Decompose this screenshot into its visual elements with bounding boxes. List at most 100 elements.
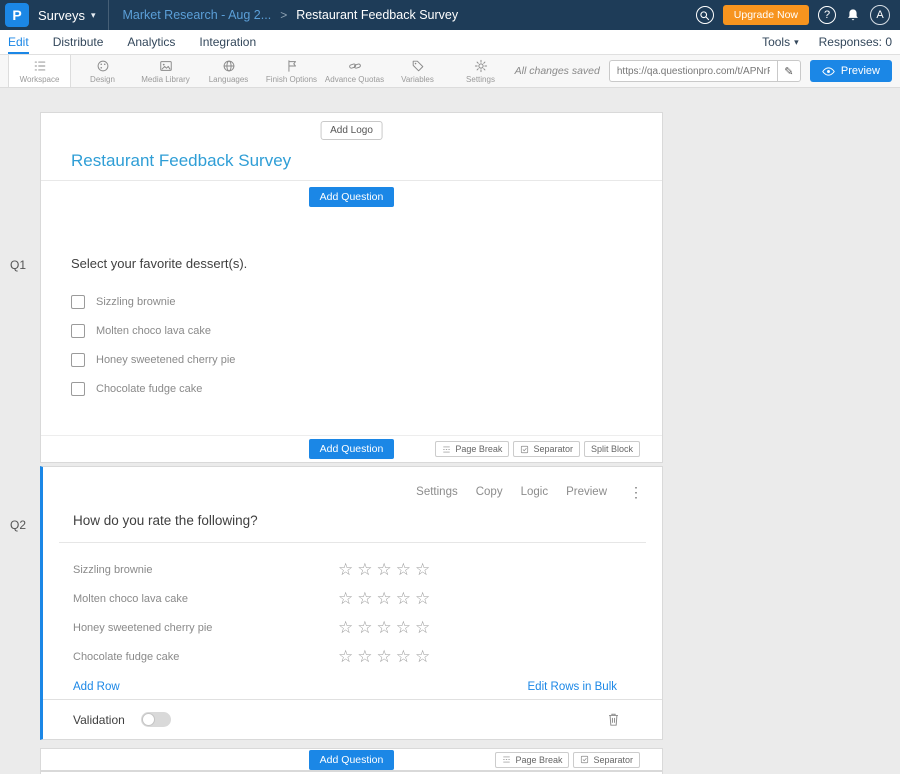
rating-rows: Sizzling brownie ☆☆☆☆☆ Molten choco lava… bbox=[43, 543, 662, 671]
survey-url-input[interactable] bbox=[609, 60, 777, 82]
q1-label: Q1 bbox=[10, 258, 26, 272]
validation-row: Validation bbox=[43, 699, 662, 739]
save-status: All changes saved bbox=[515, 65, 600, 77]
option-label[interactable]: Sizzling brownie bbox=[96, 296, 175, 308]
breadcrumb-folder[interactable]: Market Research - Aug 2... bbox=[123, 8, 272, 22]
toolbar-item-label: Settings bbox=[466, 75, 495, 84]
separator-label: Separator bbox=[533, 444, 573, 454]
option-label[interactable]: Molten choco lava cake bbox=[96, 325, 211, 337]
option-checkbox[interactable] bbox=[71, 353, 85, 367]
option-row: Chocolate fudge cake bbox=[71, 382, 632, 396]
page-break-icon bbox=[442, 445, 451, 454]
settings-icon bbox=[474, 59, 488, 73]
q1-question-block: Select your favorite dessert(s). Sizzlin… bbox=[41, 212, 662, 435]
page-break-button[interactable]: Page Break bbox=[435, 441, 509, 457]
block-footer-actions: Page Break Separator bbox=[495, 752, 640, 768]
toolbar-item-label: Languages bbox=[209, 75, 249, 84]
option-checkbox[interactable] bbox=[71, 382, 85, 396]
caret-down-icon: ▾ bbox=[794, 37, 799, 48]
option-row: Molten choco lava cake bbox=[71, 324, 632, 338]
tab-distribute[interactable]: Distribute bbox=[53, 30, 104, 54]
upgrade-button[interactable]: Upgrade Now bbox=[723, 5, 809, 25]
toolbar-item-advance-quotas[interactable]: Advance Quotas bbox=[323, 55, 386, 87]
help-icon[interactable]: ? bbox=[818, 6, 836, 24]
toolbar-item-variables[interactable]: Variables bbox=[386, 55, 449, 87]
surveys-menu[interactable]: Surveys ▾ bbox=[34, 0, 108, 30]
separator-button[interactable]: Separator bbox=[573, 752, 640, 768]
separator-icon bbox=[580, 755, 589, 764]
rating-row-label[interactable]: Honey sweetened cherry pie bbox=[73, 622, 338, 634]
tab-analytics[interactable]: Analytics bbox=[127, 30, 175, 54]
rating-stars: ☆☆☆☆☆ bbox=[338, 619, 434, 636]
q2-row-actions: Add Row Edit Rows in Bulk bbox=[43, 671, 662, 699]
edit-rows-bulk-link[interactable]: Edit Rows in Bulk bbox=[528, 681, 617, 693]
option-checkbox[interactable] bbox=[71, 324, 85, 338]
search-icon[interactable] bbox=[696, 6, 714, 24]
rating-stars: ☆☆☆☆☆ bbox=[338, 590, 434, 607]
preview-button[interactable]: Preview bbox=[810, 60, 892, 82]
split-block-button[interactable]: Split Block bbox=[584, 441, 640, 457]
toolbar-item-label: Design bbox=[90, 75, 115, 84]
finish-options-icon bbox=[285, 59, 299, 73]
add-logo-button[interactable]: Add Logo bbox=[320, 121, 383, 140]
rating-row-label[interactable]: Molten choco lava cake bbox=[73, 593, 338, 605]
page-break-button[interactable]: Page Break bbox=[495, 752, 569, 768]
nav-right-group: Tools ▾ Responses: 0 bbox=[762, 30, 892, 54]
rating-row: Honey sweetened cherry pie ☆☆☆☆☆ bbox=[59, 613, 646, 642]
preview-button-label: Preview bbox=[841, 65, 880, 77]
pencil-icon: ✎ bbox=[784, 66, 793, 78]
add-row-link[interactable]: Add Row bbox=[73, 681, 120, 693]
languages-icon bbox=[222, 59, 236, 73]
q2-action-settings[interactable]: Settings bbox=[416, 486, 458, 498]
q2-question-card: Settings Copy Logic Preview ⋮ How do you… bbox=[40, 466, 663, 740]
responses-count[interactable]: Responses: 0 bbox=[819, 35, 892, 49]
validation-toggle[interactable] bbox=[141, 712, 171, 727]
bell-icon[interactable] bbox=[845, 7, 861, 23]
toolbar-item-settings[interactable]: Settings bbox=[449, 55, 512, 87]
tools-menu[interactable]: Tools ▾ bbox=[762, 35, 799, 49]
toolbar-item-label: Advance Quotas bbox=[325, 75, 384, 84]
toolbar-item-media-library[interactable]: Media Library bbox=[134, 55, 197, 87]
rating-row-label[interactable]: Sizzling brownie bbox=[73, 564, 338, 576]
survey-title[interactable]: Restaurant Feedback Survey bbox=[71, 151, 291, 171]
tab-integration[interactable]: Integration bbox=[199, 30, 256, 54]
separator-button[interactable]: Separator bbox=[513, 441, 580, 457]
toolbar-item-design[interactable]: Design bbox=[71, 55, 134, 87]
rating-row: Molten choco lava cake ☆☆☆☆☆ bbox=[59, 584, 646, 613]
toolbar-item-finish-options[interactable]: Finish Options bbox=[260, 55, 323, 87]
q1-question-text[interactable]: Select your favorite dessert(s). bbox=[71, 256, 632, 271]
avatar[interactable]: A bbox=[870, 5, 890, 25]
add-question-strip: Add Question bbox=[41, 181, 662, 212]
add-question-button[interactable]: Add Question bbox=[309, 187, 395, 207]
edit-url-button[interactable]: ✎ bbox=[777, 60, 801, 82]
block-footer-actions: Page Break Separator Split Block bbox=[435, 441, 640, 457]
add-question-button[interactable]: Add Question bbox=[309, 439, 395, 459]
toolbar-item-label: Finish Options bbox=[266, 75, 317, 84]
validation-label: Validation bbox=[73, 713, 125, 727]
rating-row-label[interactable]: Chocolate fudge cake bbox=[73, 651, 338, 663]
breadcrumb-survey-name: Restaurant Feedback Survey bbox=[296, 8, 458, 22]
option-label[interactable]: Honey sweetened cherry pie bbox=[96, 354, 235, 366]
topbar-right-group: Upgrade Now ? A bbox=[696, 5, 900, 25]
variables-icon bbox=[411, 59, 425, 73]
option-checkbox[interactable] bbox=[71, 295, 85, 309]
toolbar-item-languages[interactable]: Languages bbox=[197, 55, 260, 87]
page-break-label: Page Break bbox=[515, 755, 562, 765]
more-options-icon[interactable]: ⋮ bbox=[629, 484, 644, 501]
q2-action-logic[interactable]: Logic bbox=[521, 486, 549, 498]
q2-action-preview[interactable]: Preview bbox=[566, 486, 607, 498]
logo-title-section: Add Logo Restaurant Feedback Survey bbox=[41, 113, 662, 181]
page-break-label: Page Break bbox=[455, 444, 502, 454]
tab-edit[interactable]: Edit bbox=[8, 30, 29, 54]
option-label[interactable]: Chocolate fudge cake bbox=[96, 383, 202, 395]
rating-row: Chocolate fudge cake ☆☆☆☆☆ bbox=[59, 642, 646, 671]
toolbar-item-workspace[interactable]: Workspace bbox=[8, 55, 71, 87]
add-question-strip-2: Add Question Page Break Separator bbox=[40, 748, 663, 771]
q2-action-copy[interactable]: Copy bbox=[476, 486, 503, 498]
delete-question-button[interactable] bbox=[607, 712, 620, 728]
workspace-icon bbox=[33, 59, 47, 73]
q2-question-text[interactable]: How do you rate the following? bbox=[59, 513, 646, 543]
advance-quotas-icon bbox=[348, 59, 362, 73]
questionpro-logo[interactable]: P bbox=[5, 3, 29, 27]
add-question-button[interactable]: Add Question bbox=[309, 750, 395, 770]
